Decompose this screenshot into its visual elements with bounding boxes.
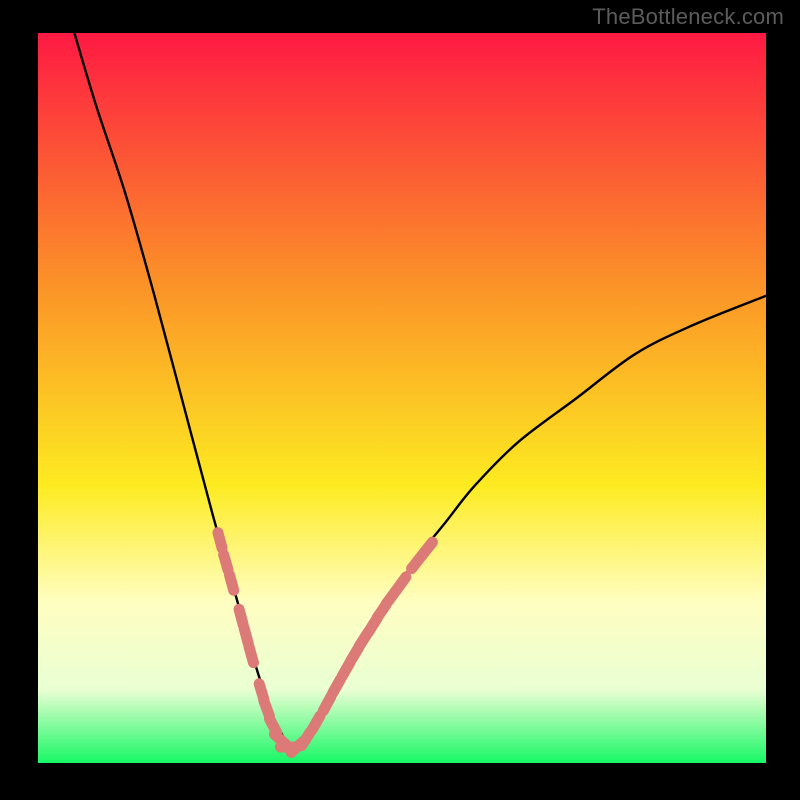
curve-marker: [244, 628, 248, 643]
curve-marker: [224, 555, 228, 570]
curve-marker: [423, 542, 433, 555]
curve-marker: [218, 533, 222, 548]
curve-marker: [323, 697, 331, 711]
gradient-plot-area: [38, 33, 766, 763]
curve-marker: [333, 679, 341, 693]
watermark-text: TheBottleneck.com: [592, 4, 784, 30]
curve-marker: [239, 609, 243, 624]
curve-marker: [230, 575, 234, 590]
curve-marker: [249, 647, 253, 662]
chart-frame: TheBottleneck.com: [0, 0, 800, 800]
bottleneck-chart: [0, 0, 800, 800]
curve-marker: [312, 716, 320, 730]
curve-marker: [397, 577, 406, 590]
